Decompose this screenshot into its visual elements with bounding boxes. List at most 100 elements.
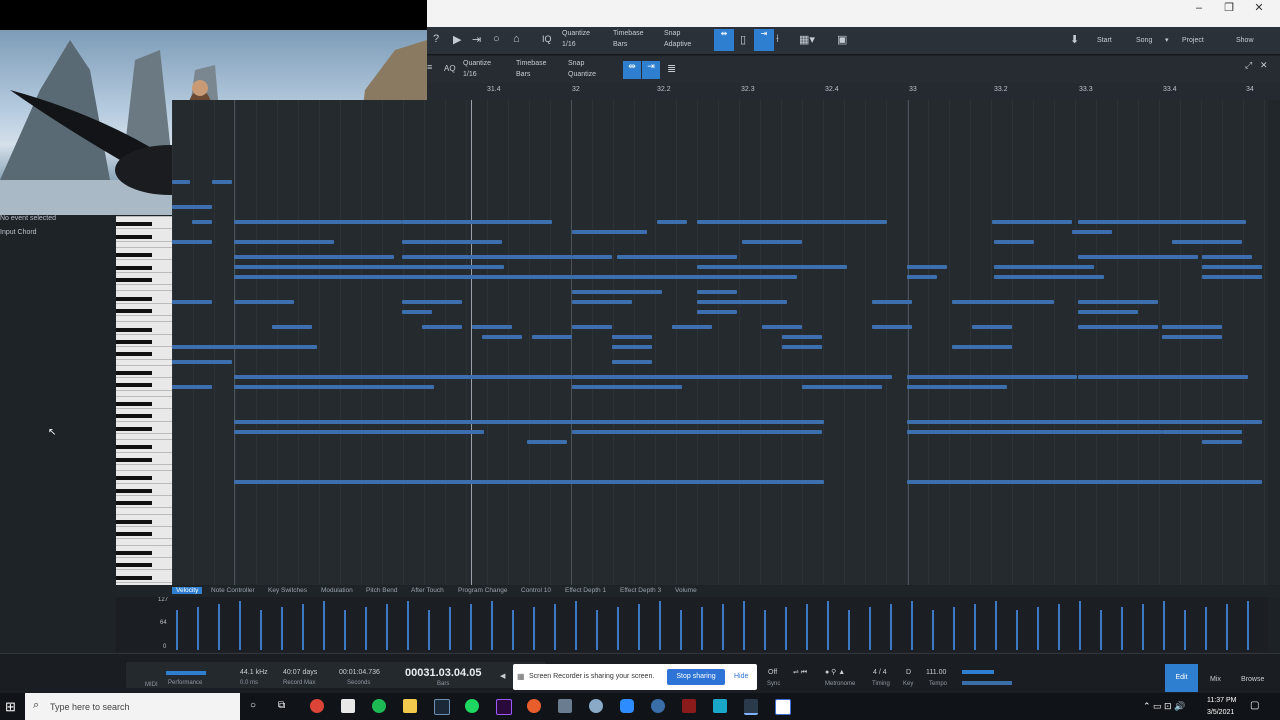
velocity-bar[interactable] xyxy=(1121,607,1123,650)
velocity-bar[interactable] xyxy=(1079,601,1081,650)
editor-close-icon[interactable]: ✕ xyxy=(1260,60,1268,71)
editor-snap-events-button[interactable]: ⇥ xyxy=(642,61,660,79)
velocity-bar[interactable] xyxy=(1247,601,1249,650)
song-dropdown-icon[interactable]: ▾ xyxy=(1165,36,1169,44)
midi-note[interactable] xyxy=(234,265,504,269)
midi-note[interactable] xyxy=(272,325,312,329)
black-key[interactable] xyxy=(116,575,152,580)
midi-note[interactable] xyxy=(907,375,1077,379)
midi-note[interactable] xyxy=(1202,265,1262,269)
black-key[interactable] xyxy=(116,457,152,462)
editor-snap-select[interactable]: Quantize xyxy=(568,71,596,78)
snap-grid-button[interactable]: ⇹ xyxy=(714,29,734,51)
app-icon[interactable] xyxy=(558,699,572,713)
tray-icons[interactable]: ⌃ ▭ ⊡ 🔊 xyxy=(1143,701,1185,712)
midi-note[interactable] xyxy=(1162,325,1222,329)
black-key[interactable] xyxy=(116,234,152,239)
midi-note[interactable] xyxy=(907,275,937,279)
cortana-icon[interactable]: ○ xyxy=(250,700,256,711)
velocity-bar[interactable] xyxy=(932,610,934,650)
midi-note[interactable] xyxy=(657,220,687,224)
velocity-bar[interactable] xyxy=(218,604,220,650)
midi-note[interactable] xyxy=(907,420,1262,424)
rewind-icon[interactable]: ◀ xyxy=(500,672,505,680)
black-key[interactable] xyxy=(116,414,152,419)
song-button[interactable]: Song xyxy=(1136,37,1152,44)
tab-control-10[interactable]: Control 10 xyxy=(521,587,551,594)
velocity-bar[interactable] xyxy=(1058,604,1060,650)
black-key[interactable] xyxy=(116,253,152,258)
editor-timebase-select[interactable]: Bars xyxy=(516,71,530,78)
metronome-controls-icon[interactable]: ● ⚲ ▲ xyxy=(825,668,845,676)
black-key[interactable] xyxy=(116,550,152,555)
midi-note[interactable] xyxy=(1202,440,1242,444)
midi-note[interactable] xyxy=(482,335,522,339)
store-icon[interactable] xyxy=(341,699,355,713)
editor-lines-icon[interactable]: ≣ xyxy=(667,62,676,75)
black-key[interactable] xyxy=(116,278,152,282)
midi-note[interactable] xyxy=(1078,300,1158,304)
piano-keyboard[interactable] xyxy=(116,216,172,585)
midi-note[interactable] xyxy=(952,345,1012,349)
black-key[interactable] xyxy=(116,327,152,332)
maximize-button[interactable]: ❐ xyxy=(1214,0,1244,18)
black-key[interactable] xyxy=(116,519,152,524)
velocity-bar[interactable] xyxy=(197,607,199,650)
velocity-bar[interactable] xyxy=(974,604,976,650)
velocity-bar[interactable] xyxy=(911,601,913,650)
black-key[interactable] xyxy=(116,352,152,357)
midi-note[interactable] xyxy=(697,300,787,304)
editor-snap-grid-button[interactable]: ⇹ xyxy=(623,61,641,79)
velocity-bar[interactable] xyxy=(428,610,430,650)
mix-button[interactable]: Mix xyxy=(1210,676,1221,683)
quantize-select[interactable]: 1/16 xyxy=(562,41,576,48)
midi-note[interactable] xyxy=(234,420,824,424)
zoom-icon[interactable] xyxy=(620,699,634,713)
midi-note[interactable] xyxy=(402,375,572,379)
midi-note[interactable] xyxy=(212,180,232,184)
snap-toggle-icon[interactable]: ▯ xyxy=(740,33,746,46)
snap-events-button[interactable]: ⇥ xyxy=(754,29,774,51)
velocity-bar[interactable] xyxy=(1226,604,1228,650)
studio-one-icon[interactable] xyxy=(744,699,758,715)
velocity-bar[interactable] xyxy=(281,607,283,650)
note-grid[interactable] xyxy=(172,100,1268,585)
app-icon[interactable] xyxy=(682,699,696,713)
midi-note[interactable] xyxy=(697,275,797,279)
listen-tool-icon[interactable]: ⌂ xyxy=(513,33,520,45)
midi-note[interactable] xyxy=(672,325,712,329)
velocity-bar[interactable] xyxy=(722,604,724,650)
midi-note[interactable] xyxy=(994,275,1104,279)
midi-note[interactable] xyxy=(782,345,822,349)
premiere-icon[interactable] xyxy=(496,699,512,715)
velocity-bar[interactable] xyxy=(743,601,745,650)
origin-icon[interactable] xyxy=(527,699,541,713)
screen-recorder-icon[interactable] xyxy=(775,699,791,715)
time-signature[interactable]: 4 / 4 xyxy=(873,669,887,676)
tempo-value[interactable]: 111.00 xyxy=(926,669,946,676)
midi-note[interactable] xyxy=(532,335,572,339)
velocity-bar[interactable] xyxy=(701,607,703,650)
browse-button[interactable]: Browse xyxy=(1241,676,1264,683)
close-button[interactable]: ✕ xyxy=(1244,0,1274,18)
clip-icon[interactable]: ▣ xyxy=(837,33,847,46)
file-explorer-icon[interactable] xyxy=(403,699,417,713)
xbox-icon[interactable] xyxy=(372,699,386,713)
velocity-bar[interactable] xyxy=(1163,601,1165,650)
velocity-bar[interactable] xyxy=(848,610,850,650)
midi-note[interactable] xyxy=(572,385,682,389)
arrow-tool-icon[interactable]: ▶ xyxy=(453,33,461,46)
midi-note[interactable] xyxy=(907,480,1262,484)
windows-start-icon[interactable]: ⊞ xyxy=(5,699,16,715)
vertical-scrollbar[interactable] xyxy=(1268,100,1280,585)
stop-sharing-button[interactable]: Stop sharing xyxy=(667,669,725,685)
midi-note[interactable] xyxy=(572,325,612,329)
velocity-bar[interactable] xyxy=(596,610,598,650)
midi-note[interactable] xyxy=(617,255,737,259)
midi-note[interactable] xyxy=(907,430,1162,434)
velocity-bar[interactable] xyxy=(554,604,556,650)
midi-note[interactable] xyxy=(572,375,892,379)
black-key[interactable] xyxy=(116,383,152,388)
split-icon[interactable]: ⟊ xyxy=(776,33,779,46)
velocity-bar[interactable] xyxy=(890,604,892,650)
